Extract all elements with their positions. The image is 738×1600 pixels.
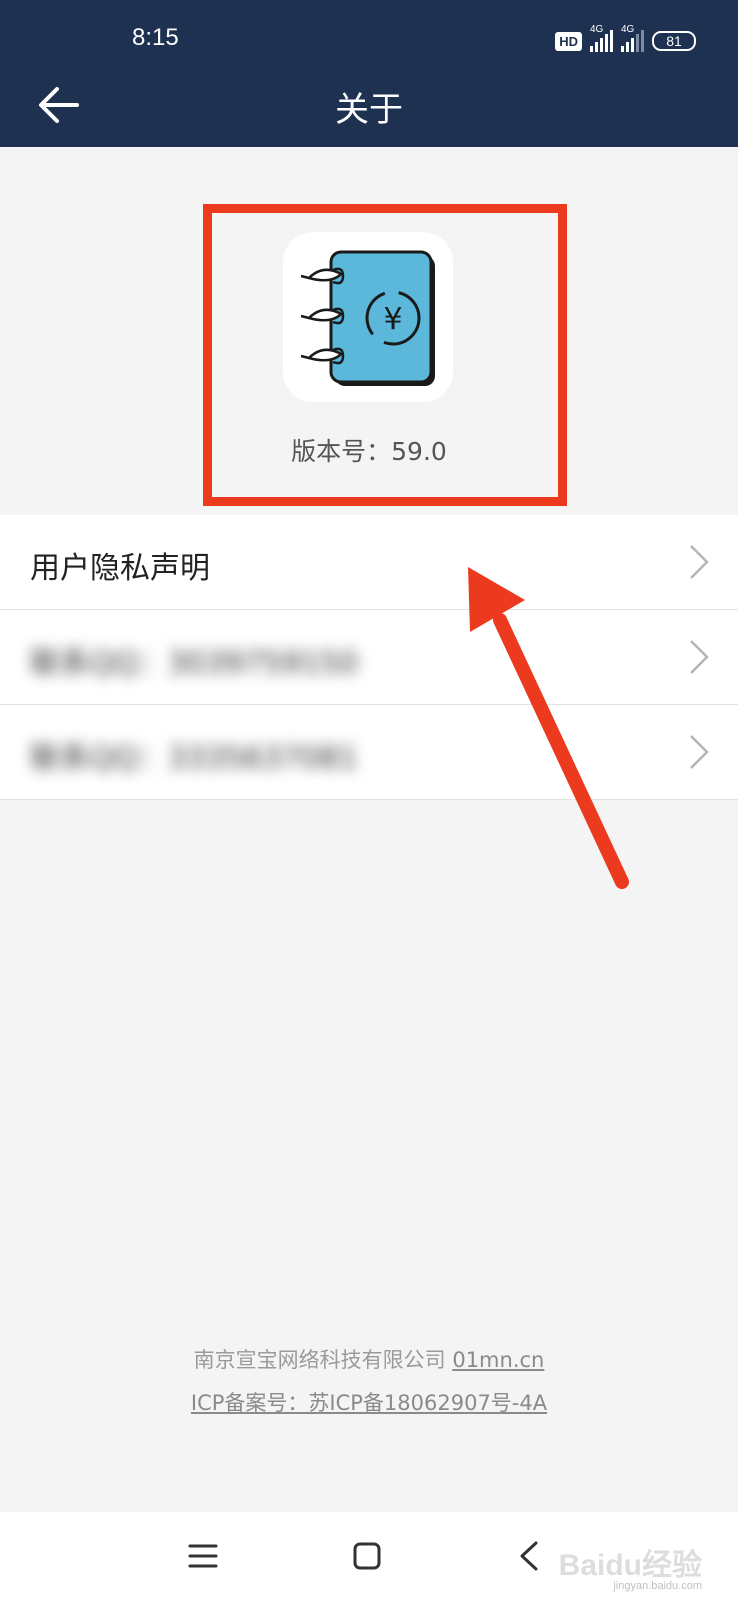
baidu-watermark: Baidu经验 xyxy=(558,1549,702,1582)
home-button[interactable] xyxy=(345,1534,389,1578)
home-square-icon xyxy=(353,1542,381,1570)
baidu-watermark-url: jingyan.baidu.com xyxy=(613,1580,702,1592)
system-back-button[interactable] xyxy=(507,1534,551,1578)
recent-apps-button[interactable] xyxy=(181,1534,225,1578)
menu-icon xyxy=(188,1544,218,1568)
footer-icp: ICP备案号：苏ICP备18062907号-4A xyxy=(0,1387,738,1417)
back-triangle-icon xyxy=(520,1541,538,1571)
icp-link[interactable]: ICP备案号：苏ICP备18062907号-4A xyxy=(191,1391,547,1415)
footer-company: 南京宣宝网络科技有限公司 01mn.cn xyxy=(0,1344,738,1374)
company-name: 南京宣宝网络科技有限公司 xyxy=(193,1348,446,1372)
company-site-link[interactable]: 01mn.cn xyxy=(452,1348,544,1372)
